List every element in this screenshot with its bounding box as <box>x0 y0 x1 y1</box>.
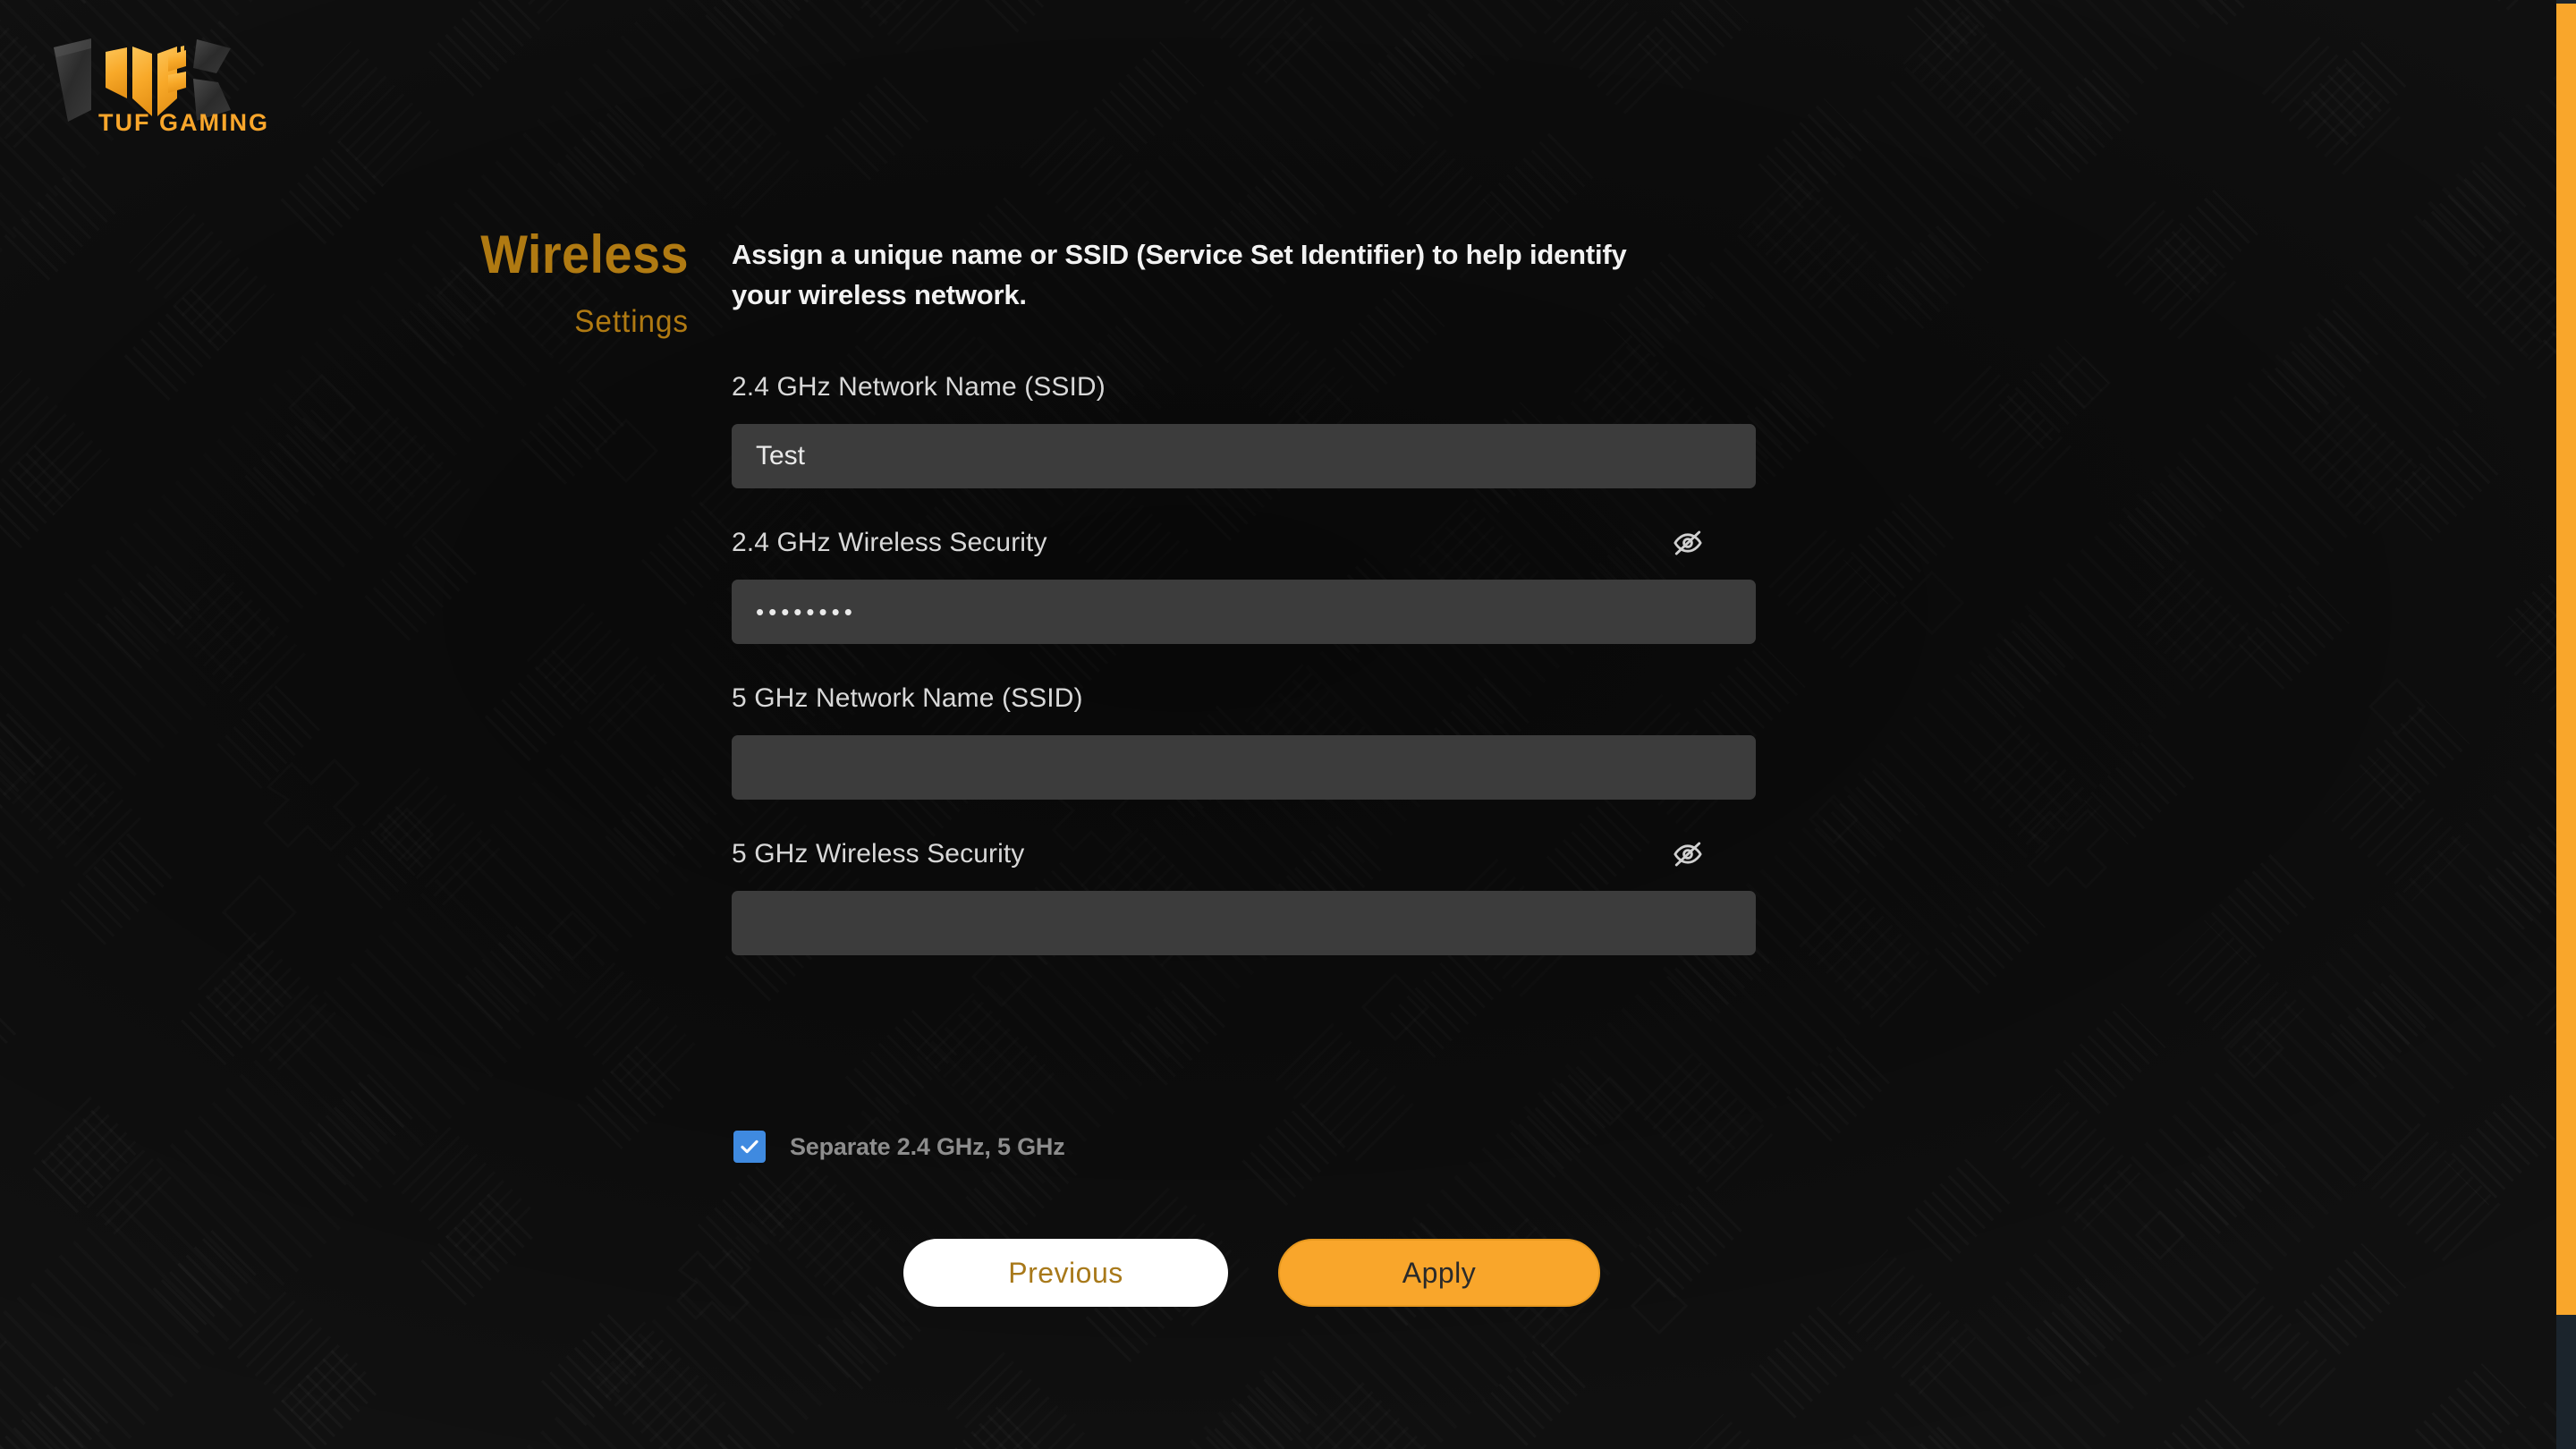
logo-shield-mark <box>106 46 186 116</box>
check-icon <box>741 1140 758 1154</box>
field-head-ssid-5: 5 GHz Network Name (SSID) <box>732 680 1760 717</box>
field-head-ssid-24: 2.4 GHz Network Name (SSID) <box>732 369 1760 406</box>
input-ssid-5[interactable] <box>732 735 1756 800</box>
logo-wordmark: TUF GAMING <box>98 109 269 136</box>
separate-bands-label: Separate 2.4 GHz, 5 GHz <box>790 1132 1065 1160</box>
separate-bands-checkbox[interactable] <box>733 1131 766 1163</box>
label-security-24: 2.4 GHz Wireless Security <box>732 528 1047 557</box>
page-scrollbar-track[interactable] <box>2556 0 2576 1449</box>
page-title: Wireless <box>480 225 689 284</box>
page-description: Assign a unique name or SSID (Service Se… <box>732 239 1627 310</box>
form-action-bar: Previous Apply <box>903 1239 1600 1307</box>
field-ssid-5: 5 GHz Network Name (SSID) <box>732 680 1760 800</box>
eye-off-icon-security-24[interactable] <box>1667 525 1708 561</box>
eye-off-icon-security-5[interactable] <box>1667 836 1708 872</box>
input-ssid-24[interactable] <box>732 424 1756 488</box>
label-ssid-5: 5 GHz Network Name (SSID) <box>732 683 1083 713</box>
label-security-5: 5 GHz Wireless Security <box>732 839 1025 869</box>
field-head-security-24: 2.4 GHz Wireless Security <box>732 524 1760 562</box>
page-subtitle: Settings <box>574 304 689 339</box>
field-security-24: 2.4 GHz Wireless Security <box>732 524 1760 644</box>
field-ssid-24: 2.4 GHz Network Name (SSID) <box>732 369 1760 488</box>
separate-bands-row[interactable]: Separate 2.4 GHz, 5 GHz <box>733 1131 1065 1163</box>
input-security-24[interactable] <box>732 580 1756 644</box>
field-head-security-5: 5 GHz Wireless Security <box>732 835 1760 873</box>
input-security-5[interactable] <box>732 891 1756 955</box>
apply-button[interactable]: Apply <box>1278 1239 1600 1307</box>
page-scrollbar-thumb[interactable] <box>2556 4 2576 1315</box>
wireless-settings-page: TUF GAMING Wireless Settings Assign a un… <box>0 0 2576 1449</box>
field-security-5: 5 GHz Wireless Security <box>732 835 1760 955</box>
tuf-gaming-logo: TUF GAMING <box>27 16 286 168</box>
wireless-settings-form: 2.4 GHz Network Name (SSID) 2.4 GHz Wire… <box>732 369 1760 991</box>
previous-button[interactable]: Previous <box>903 1239 1228 1307</box>
logo-left-wing <box>54 38 91 122</box>
label-ssid-24: 2.4 GHz Network Name (SSID) <box>732 372 1106 402</box>
